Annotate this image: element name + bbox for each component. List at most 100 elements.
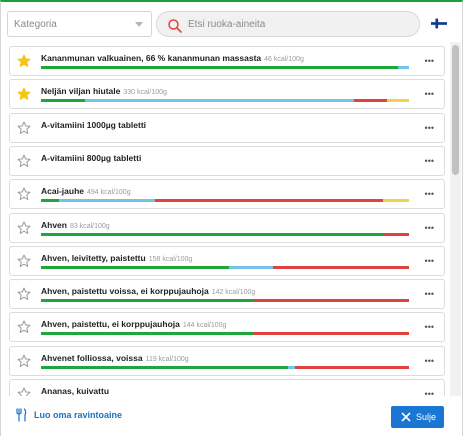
category-select[interactable]: Kategoria [7,11,152,37]
food-name: Ananas, kuivattu [41,386,109,396]
more-options-icon[interactable]: ••• [425,123,434,132]
macro-segment-green [41,299,255,303]
more-options-icon[interactable]: ••• [425,156,434,165]
more-options-icon[interactable]: ••• [425,90,434,99]
food-row[interactable]: A-vitamiini 1000µg tabletti ••• [9,112,445,143]
food-row[interactable]: A-vitamiini 800µg tabletti ••• [9,145,445,176]
food-name: A-vitamiini 1000µg tabletti [41,120,146,130]
close-icon [401,412,411,422]
food-row[interactable]: Ahven, leivitetty, paistettu 158 kcal/100… [9,245,445,276]
food-name-text: Ahvenet folliossa, voissa [41,352,143,363]
food-row[interactable]: Ahven, paistettu, ei korppujauhoja 144 kc… [9,312,445,343]
macro-segment-green [41,99,86,103]
macro-segment-yellow [383,199,409,203]
create-food-label: Luo oma ravintoaine [34,410,123,420]
star-outline-icon[interactable] [17,221,31,235]
more-options-icon[interactable]: ••• [425,190,434,199]
food-kcal: 494 kcal/100g [87,189,131,197]
macro-bar [41,332,409,336]
food-kcal: 142 kcal/100g [211,289,256,297]
food-list: Kananmunan valkuainen, 66 % kananmunan m… [9,46,445,396]
more-options-icon[interactable]: ••• [425,223,434,232]
food-name: Kananmunan valkuainen, 66 % kananmunan m… [41,53,304,63]
star-outline-icon[interactable] [17,121,31,135]
macro-segment-red [272,265,409,269]
macro-segment-green [41,66,398,69]
food-name: Ahven, paistettu voissa, ei korppujauhoj… [41,286,255,296]
macro-bar [41,199,409,203]
more-options-icon[interactable]: ••• [425,356,434,365]
star-outline-icon[interactable] [17,354,31,368]
macro-segment-red [383,232,409,236]
footer-bar: Luo oma ravintoaine Sulje [1,396,462,436]
food-name-text: A-vitamiini 1000µg tabletti [41,119,147,130]
star-outline-icon[interactable] [17,387,31,396]
food-row[interactable]: Ahvenet folliossa, voissa 119 kcal/100g ••… [9,345,445,376]
macro-segment-red [254,332,409,336]
close-button[interactable]: Sulje [391,406,444,428]
macro-segment-green [41,332,255,336]
macro-segment-red [155,199,384,203]
star-outline-icon[interactable] [17,154,31,168]
food-name-text: Ahven, paistettu voissa, ei korppujauhoj… [41,286,209,297]
macro-bar [41,99,409,103]
macro-bar [41,365,409,369]
macro-segment-yellow [386,99,409,103]
macro-segment-green [41,365,288,369]
food-name-text: Ananas, kuivattu [41,386,110,396]
food-row[interactable]: Ahven 83 kcal/100g ••• [9,212,445,243]
food-row[interactable]: Kananmunan valkuainen, 66 % kananmunan m… [9,46,445,76]
food-row[interactable]: Ahven, paistettu voissa, ei korppujauhoj… [9,279,445,310]
macro-segment-blue [85,99,354,103]
macro-bar [41,232,409,236]
macro-segment-red [353,99,387,103]
star-filled-icon[interactable] [17,54,31,68]
food-name-text: Ahven, leivitetty, paistettu [41,252,146,263]
scrollbar-thumb[interactable] [452,45,459,175]
macro-segment-green [41,265,229,269]
star-outline-icon[interactable] [17,320,31,334]
food-name-text: Kananmunan valkuainen, 66 % kananmunan m… [41,53,262,63]
create-food-button[interactable]: Luo oma ravintoaine [15,408,123,422]
macro-segment-red [254,299,409,303]
food-kcal: 144 kcal/100g [182,322,227,330]
food-row[interactable]: Neljän viljan hiutale 330 kcal/100g ••• [9,79,445,110]
macro-segment-blue [59,199,156,203]
food-name: Ahven, paistettu, ei korppujauhoja 144 kc… [41,319,226,329]
macro-bar [41,265,409,269]
food-kcal: 83 kcal/100g [69,222,110,230]
star-filled-icon[interactable] [17,87,31,101]
macro-segment-blue [287,365,295,369]
food-name-text: Ahven, paistettu, ei korppujauhoja [41,319,180,330]
finland-flag-icon[interactable] [431,18,447,29]
food-kcal: 330 kcal/100g [123,89,167,97]
food-row[interactable]: Acai-jauhe 494 kcal/100g ••• [9,179,445,210]
search-input[interactable]: Etsi ruoka-aineita [156,11,420,37]
macro-segment-green [41,232,384,236]
macro-bar [41,66,409,69]
food-name: Ahvenet folliossa, voissa 119 kcal/100g [41,353,189,363]
more-options-icon[interactable]: ••• [425,57,434,66]
food-kcal: 158 kcal/100g [148,255,193,263]
food-kcal: 119 kcal/100g [145,355,189,363]
more-options-icon[interactable]: ••• [425,256,434,265]
star-outline-icon[interactable] [17,187,31,201]
star-outline-icon[interactable] [17,287,31,301]
food-row[interactable]: Ananas, kuivattu ••• [9,379,445,396]
search-placeholder: Etsi ruoka-aineita [188,19,266,30]
toolbar: Kategoria Etsi ruoka-aineita [7,11,447,37]
food-name: Ahven, leivitetty, paistettu 158 kcal/100… [41,253,192,263]
food-name-text: Ahven [41,219,67,230]
search-icon [168,19,182,33]
food-name: Neljän viljan hiutale 330 kcal/100g [41,86,167,96]
macro-segment-blue [397,66,409,69]
star-outline-icon[interactable] [17,254,31,268]
food-name: Ahven 83 kcal/100g [41,220,110,230]
more-options-icon[interactable]: ••• [425,290,434,299]
macro-segment-green [41,199,60,203]
macro-bar [41,299,409,303]
more-options-icon[interactable]: ••• [425,323,434,332]
close-label: Sulje [416,412,437,422]
food-picker-dialog: Kategoria Etsi ruoka-aineita Kananmunan … [0,0,463,436]
chevron-down-icon [135,22,143,27]
